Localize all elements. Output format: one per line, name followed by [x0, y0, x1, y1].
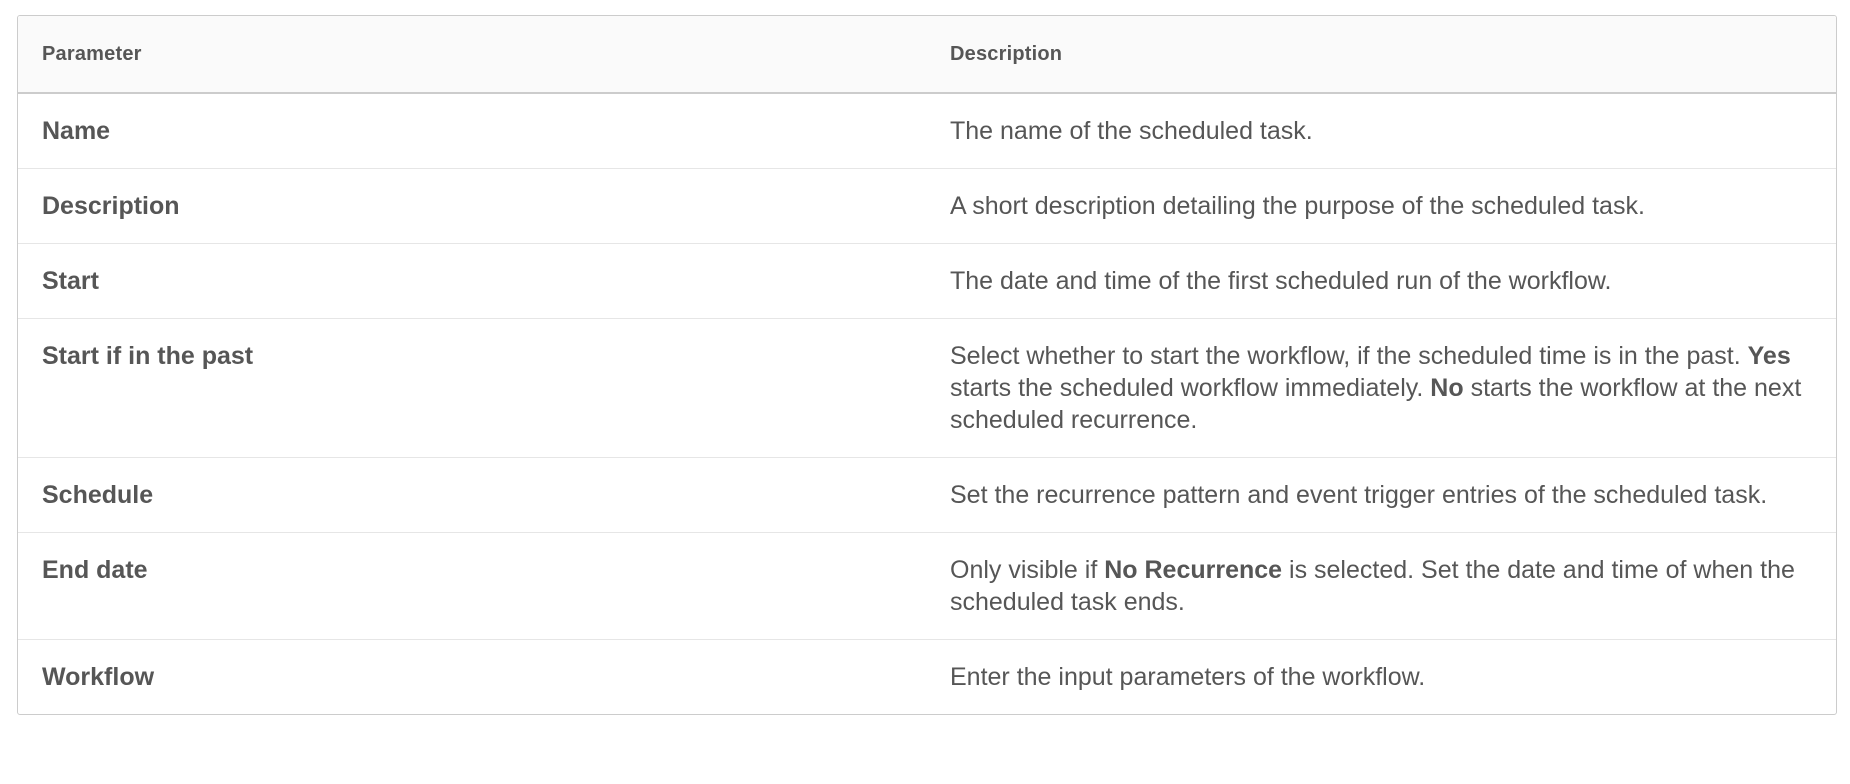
- table-row: Description A short description detailing…: [18, 168, 1836, 244]
- parameter-description: Enter the input parameters of the workfl…: [926, 639, 1836, 714]
- parameter-name: Name: [42, 117, 111, 145]
- parameter-name: Workflow: [18, 639, 926, 714]
- description-text: A short description detailing the purpos…: [950, 192, 1645, 220]
- description-text: The date and time of the first scheduled…: [950, 267, 1612, 295]
- parameter-description: The date and time of the first scheduled…: [926, 243, 1836, 319]
- table-body: Name The name of the scheduled task. Descr…: [18, 93, 1836, 714]
- table-row: End date Only visible if No Recurrence is…: [18, 532, 1836, 640]
- description-text: The name of the scheduled task.: [950, 117, 1313, 145]
- parameter-name: Start if in the past: [18, 318, 926, 458]
- header-row: Parameter Description: [18, 16, 1836, 94]
- table-row: Start if in the past Select whether to st…: [18, 318, 1836, 458]
- description-text: Select whether to start the workflow, if…: [950, 342, 1748, 370]
- parameter-description: A short description detailing the purpos…: [926, 168, 1836, 244]
- parameter-description: Select whether to start the workflow, if…: [926, 318, 1836, 458]
- column-header-parameter: Parameter: [18, 16, 926, 94]
- parameter-name: Description: [18, 168, 926, 244]
- parameter-description: Set the recurrence pattern and event tri…: [926, 457, 1836, 533]
- description-text: Enter the input parameters of the workfl…: [950, 663, 1426, 691]
- description-text: Only visible if: [950, 556, 1105, 584]
- table-row: Start The date and time of the first sche…: [18, 243, 1836, 319]
- table-row: Workflow Enter the input parameters of th…: [18, 639, 1836, 714]
- parameter-description: Only visible if No Recurrence is selecte…: [926, 532, 1836, 640]
- parameter-name: Schedule: [18, 457, 926, 533]
- parameter-name: Start: [18, 243, 926, 319]
- table-header: Parameter Description: [18, 16, 1836, 94]
- parameter-description: The name of the scheduled task.: [926, 93, 1836, 169]
- column-header-description: Description: [926, 16, 1836, 94]
- table-row: Schedule Set the recurrence pattern and e…: [18, 457, 1836, 533]
- parameter-table: Parameter Description Name The name of th…: [18, 16, 1836, 714]
- parameter-table-container: Parameter Description Name The name of th…: [17, 15, 1837, 715]
- parameter-name: End date: [18, 532, 926, 640]
- description-emphasis: No Recurrence: [1104, 556, 1283, 584]
- description-emphasis: No: [1430, 374, 1464, 402]
- description-emphasis: Yes: [1747, 342, 1791, 370]
- description-text: Set the recurrence pattern and event tri…: [950, 481, 1768, 509]
- table-row: Name The name of the scheduled task.: [18, 93, 1836, 169]
- description-text: starts the scheduled workflow immediatel…: [950, 374, 1431, 402]
